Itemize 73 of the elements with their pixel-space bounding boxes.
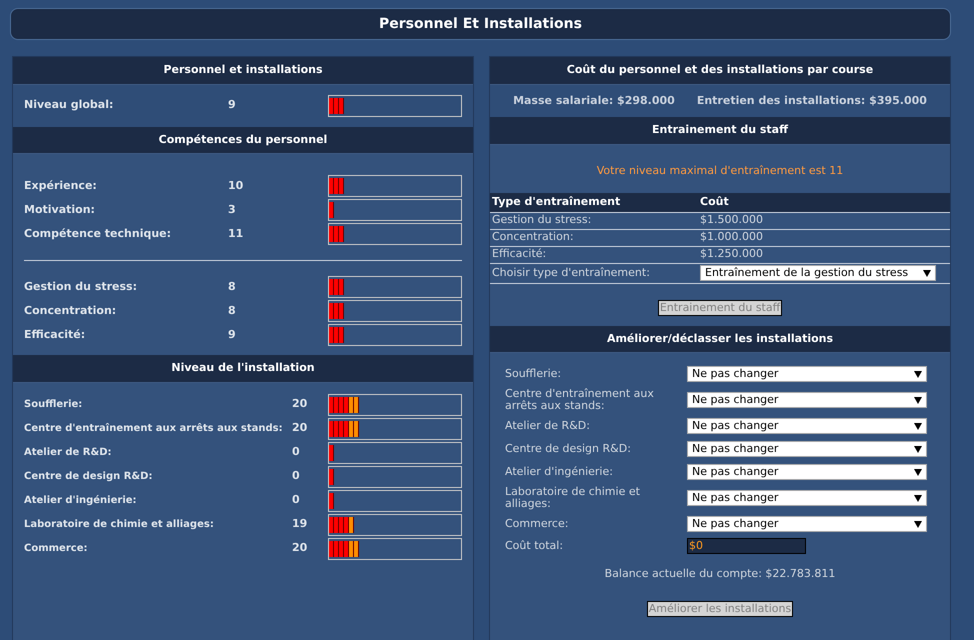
- column-header: Coût: [700, 194, 729, 210]
- stat-label: Compétence technique:: [24, 226, 172, 242]
- section-header: Améliorer/déclasser les installations: [490, 326, 950, 353]
- section-header: Compétences du personnel: [13, 126, 473, 154]
- field-label: Soufflerie:: [505, 368, 562, 380]
- field-label: Centre de design R&D:: [505, 443, 632, 455]
- dropdown[interactable]: Ne pas changer: [687, 441, 927, 457]
- table-cell-text: $1.000.000: [700, 229, 763, 246]
- field-label: Atelier d'ingénierie:: [505, 466, 614, 478]
- stat-label: Concentration:: [24, 302, 118, 319]
- stat-value: 20: [292, 396, 308, 412]
- stat-label: Niveau global:: [24, 97, 114, 114]
- stat-value: 19: [292, 516, 308, 532]
- stat-value: 20: [292, 420, 308, 436]
- section-header: Niveau de l'installation: [13, 355, 473, 382]
- field-label: Centre d'entraînement aux arrêts aux stands:: [505, 388, 655, 412]
- stat-label: Commerce:: [24, 542, 88, 556]
- stat-value: 11: [228, 226, 244, 242]
- stat-label: Atelier d'ingénierie:: [24, 494, 138, 508]
- table-cell-text: Gestion du stress:: [491, 212, 592, 228]
- stat-label: Expérience:: [24, 178, 98, 194]
- caret-icon: [914, 370, 922, 378]
- dropdown[interactable]: Ne pas changer: [687, 464, 927, 480]
- stat-value: 9: [228, 97, 237, 114]
- stat-label: Centre d'entraînement aux arrêts aux stands:: [24, 422, 284, 436]
- page-title: Personnel Et Installations: [10, 8, 951, 40]
- table-cell-text: $1.500.000: [700, 212, 763, 228]
- dropdown[interactable]: Ne pas changer: [687, 516, 927, 532]
- upkeep-text: Entretien des installations: $395.000: [696, 92, 927, 108]
- section-header: Entrainement du staff: [490, 117, 950, 144]
- stat-label: Centre de design R&D:: [24, 470, 154, 484]
- dropdown[interactable]: Ne pas changer: [687, 490, 927, 506]
- table-cell-text: Efficacité:: [491, 246, 548, 262]
- field-label: Commerce:: [505, 518, 570, 530]
- field-label: Atelier de R&D:: [505, 420, 591, 432]
- caret-icon: [914, 520, 922, 528]
- caret-icon: [914, 446, 922, 452]
- stat-value: 0: [292, 444, 301, 460]
- field-label: Coût total:: [505, 538, 564, 554]
- stat-label: Laboratoire de chimie et alliages:: [24, 518, 215, 532]
- stat-value: 0: [292, 468, 301, 484]
- section-header: Coût du personnel et des installations par course: [490, 57, 950, 84]
- stat-label: Motivation:: [24, 202, 96, 218]
- stat-value: 20: [292, 540, 308, 556]
- field-label: Laboratoire de chimie et alliages:: [505, 486, 641, 510]
- caret-icon: [914, 396, 922, 404]
- table-cell-text: Concentration:: [491, 229, 575, 246]
- stat-value: 0: [292, 492, 301, 508]
- caret-icon: [923, 270, 931, 276]
- dropdown[interactable]: Ne pas changer: [687, 418, 927, 434]
- dropdown[interactable]: Ne pas changer: [687, 366, 927, 382]
- stat-label: Efficacité:: [24, 326, 86, 343]
- stat-value: 8: [228, 302, 237, 319]
- stat-value: 9: [228, 326, 237, 343]
- caret-icon: [914, 468, 922, 476]
- notice-text: Votre niveau maximal d'entraînement est 11: [596, 164, 844, 176]
- stat-label: Atelier de R&D:: [24, 446, 112, 460]
- balance-text: Balance actuelle du compte: $22.783.811: [604, 566, 836, 580]
- stat-value: 8: [228, 278, 237, 295]
- stat-value: 3: [228, 202, 237, 218]
- dropdown[interactable]: Ne pas changer: [687, 392, 927, 408]
- total-cost-field: $0: [687, 538, 806, 554]
- dropdown[interactable]: Entraînement de la gestion du stress: [700, 265, 936, 281]
- caret-icon: [914, 422, 922, 430]
- column-header: Type d'entraînement: [491, 194, 622, 210]
- stat-value: 10: [228, 178, 244, 194]
- caret-icon: [914, 494, 922, 502]
- salary-text: Masse salariale: $298.000: [513, 92, 675, 108]
- stat-label: Gestion du stress:: [24, 278, 138, 295]
- field-label: Choisir type d'entraînement:: [491, 264, 651, 281]
- table-cell-text: $1.250.000: [700, 246, 763, 262]
- section-header: Personnel et installations: [13, 57, 473, 84]
- stat-label: Soufflerie:: [24, 398, 84, 412]
